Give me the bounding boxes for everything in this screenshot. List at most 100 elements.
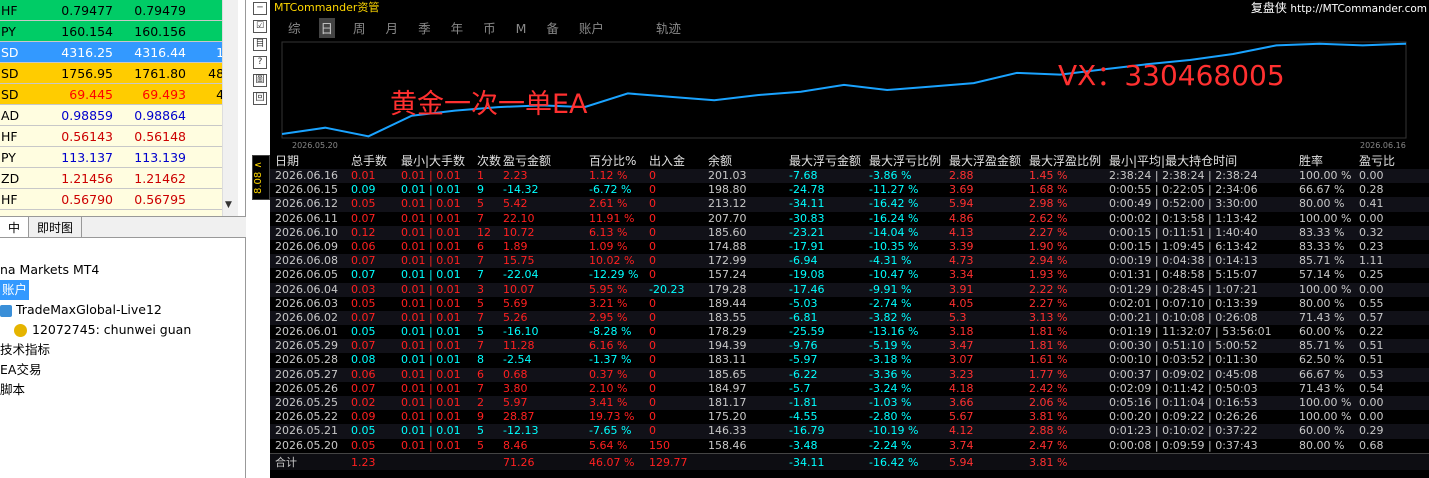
toolbar-restore-button[interactable]: 回 [253,92,267,105]
cell-col-4: -14.32 [503,183,539,197]
tab-tick-chart[interactable]: 即时图 [29,217,83,237]
menu-item-0[interactable]: 综 [286,18,303,40]
cell-col-1: 0.09 [351,183,376,197]
cell-col-13: 100.00 % [1299,396,1352,409]
market-watch-row[interactable]: AD 0.98859 0.98864 5 [0,105,238,126]
navigator-scripts[interactable]: 脚本 [0,380,246,400]
market-watch-row[interactable]: HF 0.79477 0.79479 2 [0,0,238,21]
cell-col-9: -9.91 % [869,282,912,296]
scroll-down-icon[interactable]: ▼ [225,200,232,210]
navigator-accounts[interactable]: 账户 [0,280,246,300]
cell-col-14: 0.41 [1359,197,1384,211]
cell-col-1: 0.05 [351,296,376,310]
menu-item-5[interactable]: 年 [449,18,466,40]
cell-col-11: 2.47 % [1029,438,1068,452]
cell-col-5: -7.65 % [589,424,632,438]
symbol: SD [1,66,19,81]
table-row: 2026.06.04 0.03 0.01 | 0.01 3 10.07 5.95 % -20… [270,282,1429,297]
ask: 69.493 [142,87,186,102]
navigator-broker[interactable]: na Markets MT4 [0,260,246,280]
menu-item-7[interactable]: M [514,18,529,40]
bid: 0.56790 [61,192,113,207]
cell-col-5: -1.37 % [589,353,632,367]
menu-item-10[interactable]: 轨迹 [654,18,683,40]
bid: 0.98859 [61,108,113,123]
menu-item-9[interactable]: 账户 [577,18,606,40]
cell-col-6: 0 [649,225,656,239]
brand-url[interactable]: http://MTCommander.com [1290,3,1427,15]
ask: 0.98864 [134,108,186,123]
cell-col-14: 0.23 [1359,239,1384,253]
table-row: 2026.06.05 0.07 0.01 | 0.01 7 -22.04 -12.29 %… [270,268,1429,282]
cell-col-5: 3.41 % [589,396,628,409]
cell-col-6: 0 [649,254,656,268]
navigator-user[interactable]: 12072745: chunwei guan [0,320,246,340]
cell-col-9: -13.16 % [869,325,919,339]
cell-col-3: 7 [477,254,484,268]
market-watch-tabs: 中 即时图 [0,216,246,238]
cell-col-10: 3.91 [949,282,974,296]
tab-symbols[interactable]: 中 [0,217,30,237]
period-menu: 综日周月季年币 M 备账户 轨迹 [270,18,683,40]
menu-item-4[interactable]: 季 [416,18,433,40]
cell-col-8: -19.08 [789,268,825,282]
cell-col-7: 184.97 [708,381,747,395]
toolbar-help-button[interactable]: ? [253,56,267,69]
cell-col-7 [708,454,789,470]
cell-col-10: 最大浮盈金额 [949,154,1022,168]
market-watch-row[interactable]: SD 4316.25 4316.44 19 [0,42,238,63]
navigator-ea[interactable]: EA交易 [0,360,246,380]
navigator-accounts-label: 账户 [0,280,30,300]
table-row: 2026.06.08 0.07 0.01 | 0.01 7 15.75 10.02 % 0 1… [270,254,1429,269]
toolbar-grid-button[interactable]: 目 [253,38,267,51]
market-watch-row[interactable]: HF 0.56143 0.56148 5 [0,126,238,147]
market-watch-row[interactable]: SD 1756.95 1761.80 485 [0,63,238,84]
market-watch-scrollbar[interactable]: ▼ [222,0,238,216]
toolbar-minimize-button[interactable]: ─ [253,2,267,15]
cell-col-7: 194.39 [708,339,747,353]
overlay-ea-name: 黄金一次一单EA [390,89,588,120]
cell-col-8: -7.68 [789,169,818,182]
cell-col-9: -16.24 % [869,211,919,225]
menu-item-8[interactable]: 备 [544,18,561,40]
cell-col-1: 0.12 [351,225,376,239]
cell-col-3: 6 [477,367,484,381]
cell-col-9: -3.82 % [869,310,912,324]
toolbar-image-button[interactable]: 圖 [253,74,267,87]
cell-col-11: 3.81 % [1029,410,1068,424]
navigator-server-label: TradeMaxGlobal-Live12 [16,302,162,317]
cell-col-1: 0.07 [351,211,376,225]
cell-col-11: 3.81 % [1029,455,1068,469]
cell-col-10: 4.73 [949,254,974,268]
brand[interactable]: 复盘侠 http://MTCommander.com [1251,0,1427,17]
cell-col-13: 71.43 % [1299,381,1345,395]
cell-col-4: 5.69 [503,296,528,310]
table-row: 2026.05.25 0.02 0.01 | 0.01 2 5.97 3.41 % 0 181… [270,396,1429,411]
toolbar-check-button[interactable]: ☑ [253,20,267,33]
navigator-indicators[interactable]: 技术指标 [0,340,246,360]
cell-col-0: 2026.06.12 [275,197,338,211]
cell-col-4: 8.46 [503,438,528,452]
cell-col-5: 百分比% [589,154,637,168]
cell-col-2: 0.01 | 0.01 [401,410,461,424]
table-row: 2026.06.11 0.07 0.01 | 0.01 7 22.10 11.91 % 0 2… [270,212,1429,226]
market-watch-row[interactable]: PY 160.154 160.156 2 [0,21,238,42]
table-row: 2026.05.26 0.07 0.01 | 0.01 7 3.80 2.10 % 0 184… [270,382,1429,396]
symbol: SD [1,45,19,60]
market-watch-row[interactable]: SD 69.445 69.493 48 [0,84,238,105]
cell-col-0: 2026.05.25 [275,396,338,409]
cell-col-14: 0.57 [1359,310,1384,324]
menu-item-1[interactable]: 日 [318,18,336,40]
market-watch-row[interactable]: PY 113.137 113.139 2 [0,147,238,168]
cell-col-8: -16.79 [789,424,825,438]
cell-col-2: 0.01 | 0.01 [401,225,461,239]
cell-col-10: 3.18 [949,325,974,339]
bid: 1756.95 [61,66,113,81]
menu-item-3[interactable]: 月 [384,18,401,40]
market-watch-row[interactable]: ZD 1.21456 1.21462 6 [0,168,238,189]
menu-item-6[interactable]: 币 [481,18,498,40]
navigator-server[interactable]: TradeMaxGlobal-Live12 [0,300,246,320]
cell-col-6: 0 [649,310,656,324]
menu-item-2[interactable]: 周 [351,18,368,40]
market-watch-row[interactable]: HF 0.56790 0.56795 5 [0,189,238,210]
